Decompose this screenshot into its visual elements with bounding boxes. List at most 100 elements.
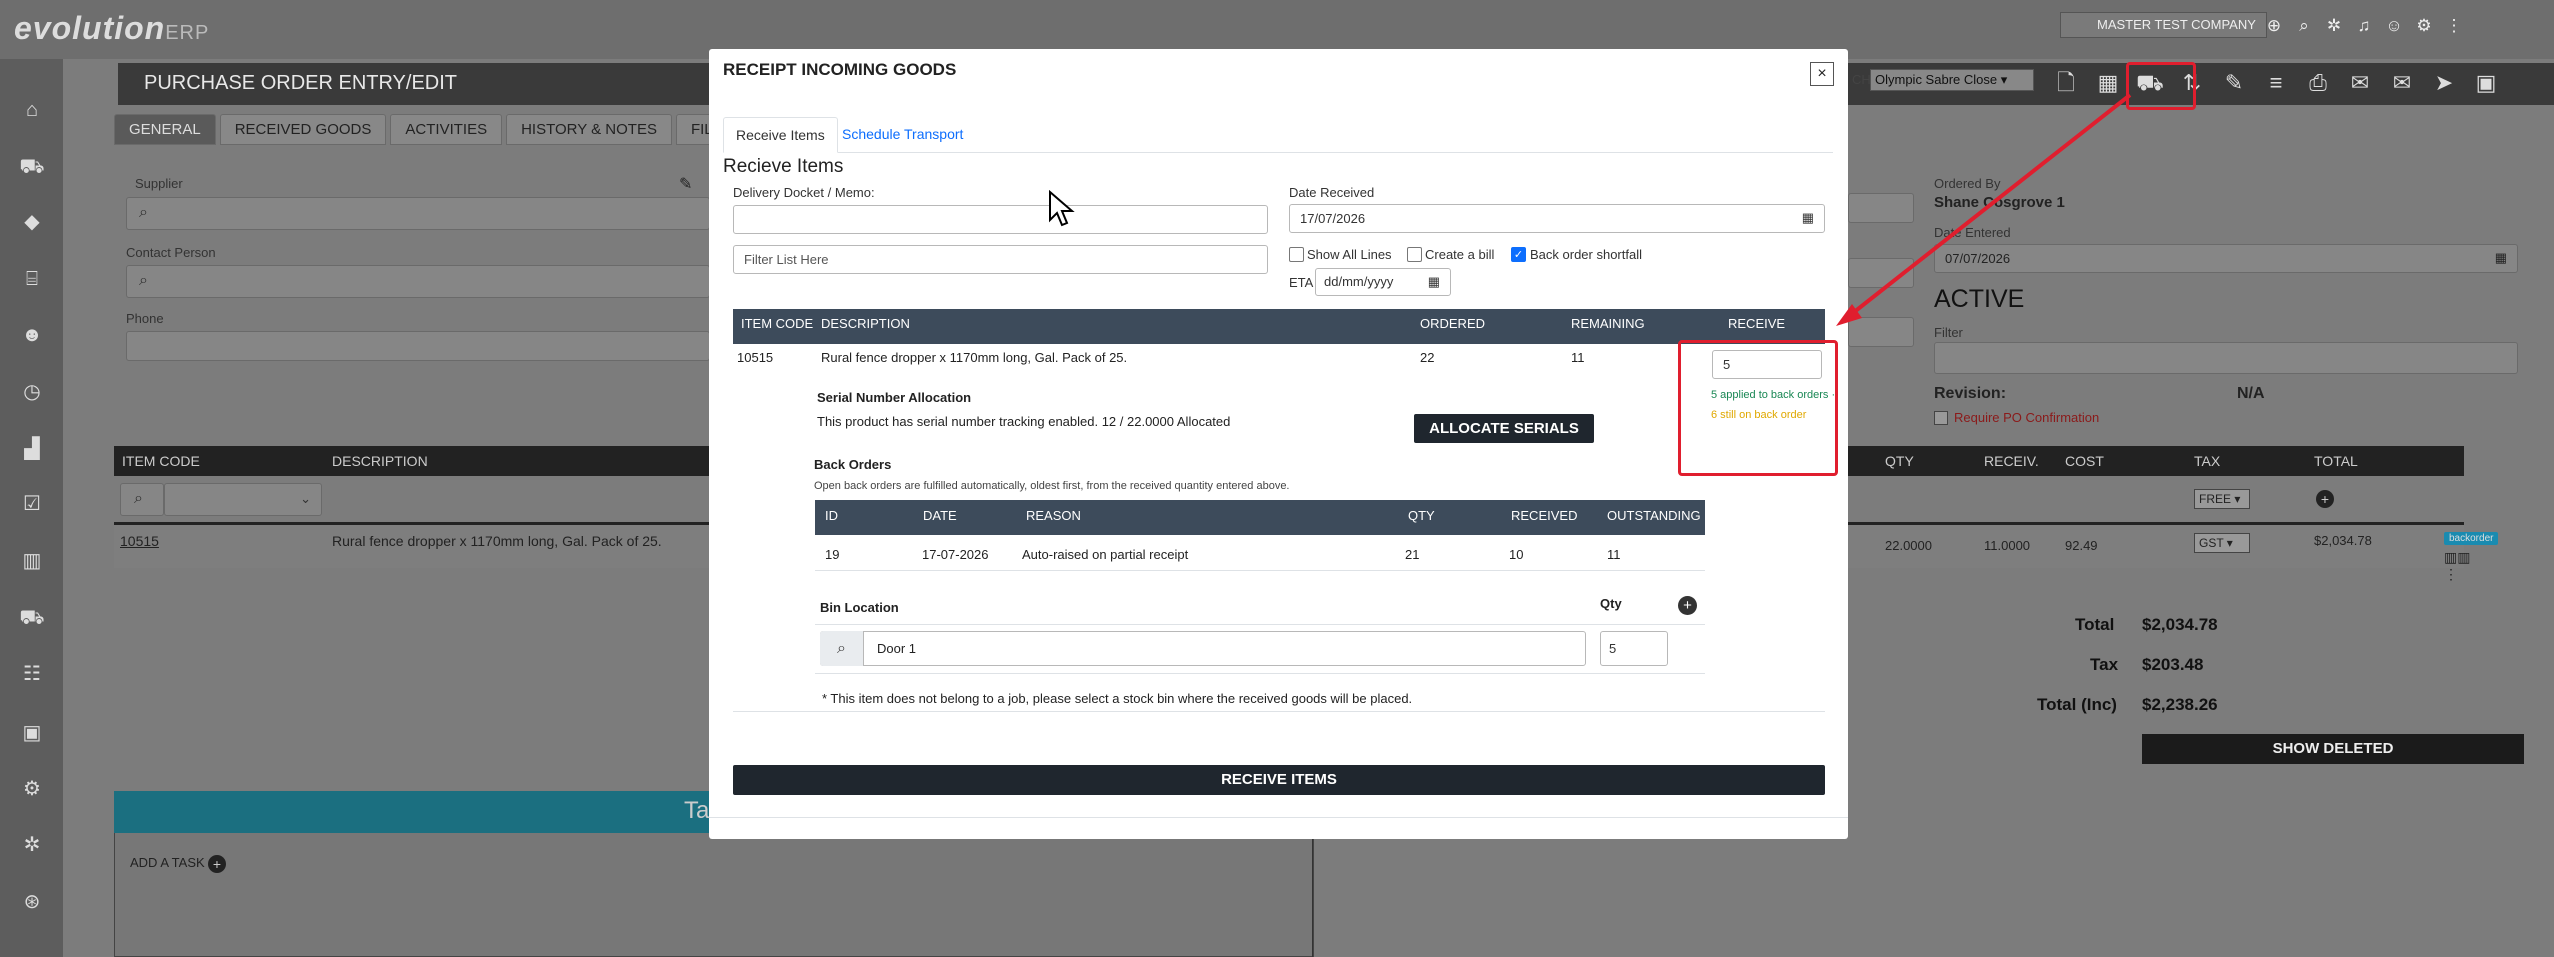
puzzle-icon[interactable]: ✲ xyxy=(2322,14,2346,38)
row-item-code[interactable]: 10515 xyxy=(120,533,159,549)
back-orders-title: Back Orders xyxy=(814,457,892,472)
support-icon[interactable]: ⊛ xyxy=(14,884,50,920)
bg-field-3[interactable] xyxy=(1848,317,1914,347)
show-deleted-button[interactable]: SHOW DELETED xyxy=(2142,734,2524,764)
item-code: 10515 xyxy=(737,350,774,365)
email-icon[interactable]: ✉ xyxy=(2344,63,2376,103)
truck-icon[interactable]: ⛟ xyxy=(14,600,50,636)
wrench-icon[interactable]: ✎ xyxy=(2218,63,2250,103)
date-entered-label: Date Entered xyxy=(1934,225,2011,240)
bg-field-1[interactable] xyxy=(1848,193,1914,223)
tax-filter-select[interactable]: FREE ▾ xyxy=(2194,489,2250,509)
document-icon[interactable]: 🗋 xyxy=(2050,63,2082,103)
lines-search[interactable]: ⌕ xyxy=(120,483,164,516)
bg-field-2[interactable] xyxy=(1848,258,1914,288)
eta-placeholder: dd/mm/yyyy xyxy=(1324,274,1394,289)
date-received-input[interactable]: 17/07/2026 ▦ xyxy=(1289,204,1825,233)
mouse-cursor xyxy=(1049,190,1075,227)
user-settings-icon[interactable]: ☻ xyxy=(14,317,50,353)
settings-icon[interactable]: ⚙ xyxy=(2412,14,2436,38)
item-remaining: 11 xyxy=(1571,350,1585,365)
tab-received-goods[interactable]: RECEIVED GOODS xyxy=(219,114,387,145)
tax-filter-value: FREE xyxy=(2199,492,2232,506)
email-check-icon[interactable]: ✉ xyxy=(2386,63,2418,103)
menu-icon[interactable]: ⋮ xyxy=(2442,14,2466,38)
require-po-checkbox[interactable] xyxy=(1934,411,1948,425)
phone-field[interactable] xyxy=(126,331,710,361)
send-icon[interactable]: ➤ xyxy=(2428,63,2460,103)
gear-icon[interactable]: ⚙ xyxy=(14,771,50,807)
contact-field[interactable]: ⌕ xyxy=(126,265,710,298)
print-icon[interactable]: ⎙ xyxy=(2302,63,2334,103)
users-icon[interactable]: ☷ xyxy=(14,656,50,692)
plugin-icon[interactable]: ✲ xyxy=(14,827,50,863)
add-bin-icon[interactable]: + xyxy=(1678,596,1697,615)
filter-list-input[interactable]: Filter List Here xyxy=(733,245,1268,274)
bank-icon[interactable]: ⌸ xyxy=(14,261,50,297)
search-icon[interactable]: ⌕ xyxy=(820,631,864,666)
chart-icon[interactable]: ▥ xyxy=(14,543,50,579)
tag-icon[interactable]: ◆ xyxy=(14,204,50,240)
col-receive: RECEIVE xyxy=(1728,316,1786,331)
calendar-icon[interactable]: ▦ xyxy=(2092,63,2124,103)
tab-activities[interactable]: ACTIVITIES xyxy=(390,114,503,145)
create-bill-checkbox[interactable] xyxy=(1407,247,1422,262)
date-entered-field[interactable]: 07/07/2026 ▦ xyxy=(1934,244,2518,273)
bo-row-outstanding: 11 xyxy=(1607,547,1621,562)
warehouse-select[interactable]: Olympic Sabre Close ▾ xyxy=(1870,69,2034,91)
list-icon[interactable]: ≡ xyxy=(2260,63,2292,103)
row-cost: 92.49 xyxy=(2065,538,2098,553)
add-line-icon[interactable]: + xyxy=(2316,490,2334,508)
create-bill-label: Create a bill xyxy=(1425,247,1495,262)
home-icon[interactable]: ⌂ xyxy=(14,92,50,128)
supplier-field[interactable]: ⌕ xyxy=(126,197,710,230)
page-title: PURCHASE ORDER ENTRY/EDIT xyxy=(144,72,458,94)
bin-qty-input[interactable]: 5 xyxy=(1600,631,1668,666)
search-icon[interactable]: ⌕ xyxy=(2292,14,2316,38)
tab-general[interactable]: GENERAL xyxy=(114,114,216,145)
edit-icon[interactable]: ✎ xyxy=(679,174,692,194)
col-description: DESCRIPTION xyxy=(821,316,910,331)
filter-field[interactable] xyxy=(1934,342,2518,374)
lines-item-select[interactable]: ⌄ xyxy=(164,483,322,516)
app-logo[interactable]: evolutionERP xyxy=(14,10,209,47)
tab-receive-items[interactable]: Receive Items xyxy=(723,117,838,153)
add-task-icon[interactable]: + xyxy=(208,855,226,873)
serial-title: Serial Number Allocation xyxy=(817,390,972,405)
user-icon[interactable]: ☺ xyxy=(2382,14,2406,38)
modal-title: RECEIPT INCOMING GOODS xyxy=(723,60,957,79)
clock-icon[interactable]: ◷ xyxy=(14,374,50,410)
barcode-icon[interactable]: ▥▥ ⋮ xyxy=(2444,549,2470,583)
tasks-title: Ta xyxy=(684,797,710,824)
bo-row-reason: Auto-raised on partial receipt xyxy=(1022,547,1189,562)
help-icon[interactable]: ⊕ xyxy=(2262,14,2286,38)
cart-icon[interactable]: ⛟ xyxy=(14,149,50,185)
clipboard-icon[interactable]: ☑ xyxy=(14,486,50,522)
row-tax-select[interactable]: GST ▾ xyxy=(2194,533,2250,553)
highlight-box-receive xyxy=(1678,340,1838,476)
item-divider xyxy=(733,711,1825,712)
tax-value: $203.48 xyxy=(2142,655,2204,674)
docket-input[interactable] xyxy=(733,205,1268,234)
bell-icon[interactable]: ♫ xyxy=(2352,14,2376,38)
receive-items-button[interactable]: RECEIVE ITEMS xyxy=(733,765,1825,795)
show-all-lines-checkbox[interactable] xyxy=(1289,247,1304,262)
col-received: RECEIV. xyxy=(1984,453,2039,469)
company-selector[interactable]: MASTER TEST COMPANY xyxy=(2060,12,2267,38)
bin-location-input[interactable]: Door 1 xyxy=(820,631,1586,666)
allocate-serials-button[interactable]: ALLOCATE SERIALS xyxy=(1414,414,1594,443)
toolbox-icon[interactable]: ▣ xyxy=(14,715,50,751)
tab-history-notes[interactable]: HISTORY & NOTES xyxy=(506,114,672,145)
backorder-badge: backorder xyxy=(2444,532,2499,545)
tab-schedule-transport[interactable]: Schedule Transport xyxy=(842,126,963,142)
save-icon[interactable]: ▣ xyxy=(2470,63,2502,103)
close-button[interactable]: × xyxy=(1810,62,1834,86)
add-task-label[interactable]: ADD A TASK xyxy=(130,855,205,870)
require-po-label: Require PO Confirmation xyxy=(1954,410,2100,425)
bo-row-received: 10 xyxy=(1509,547,1524,562)
chevron-down-icon: ⌄ xyxy=(300,491,311,506)
ordered-by-label: Ordered By xyxy=(1934,176,2001,191)
factory-icon[interactable]: ▟ xyxy=(14,431,50,467)
eta-input[interactable]: dd/mm/yyyy ▦ xyxy=(1315,268,1451,296)
back-order-checkbox[interactable]: ✓ xyxy=(1511,247,1526,262)
